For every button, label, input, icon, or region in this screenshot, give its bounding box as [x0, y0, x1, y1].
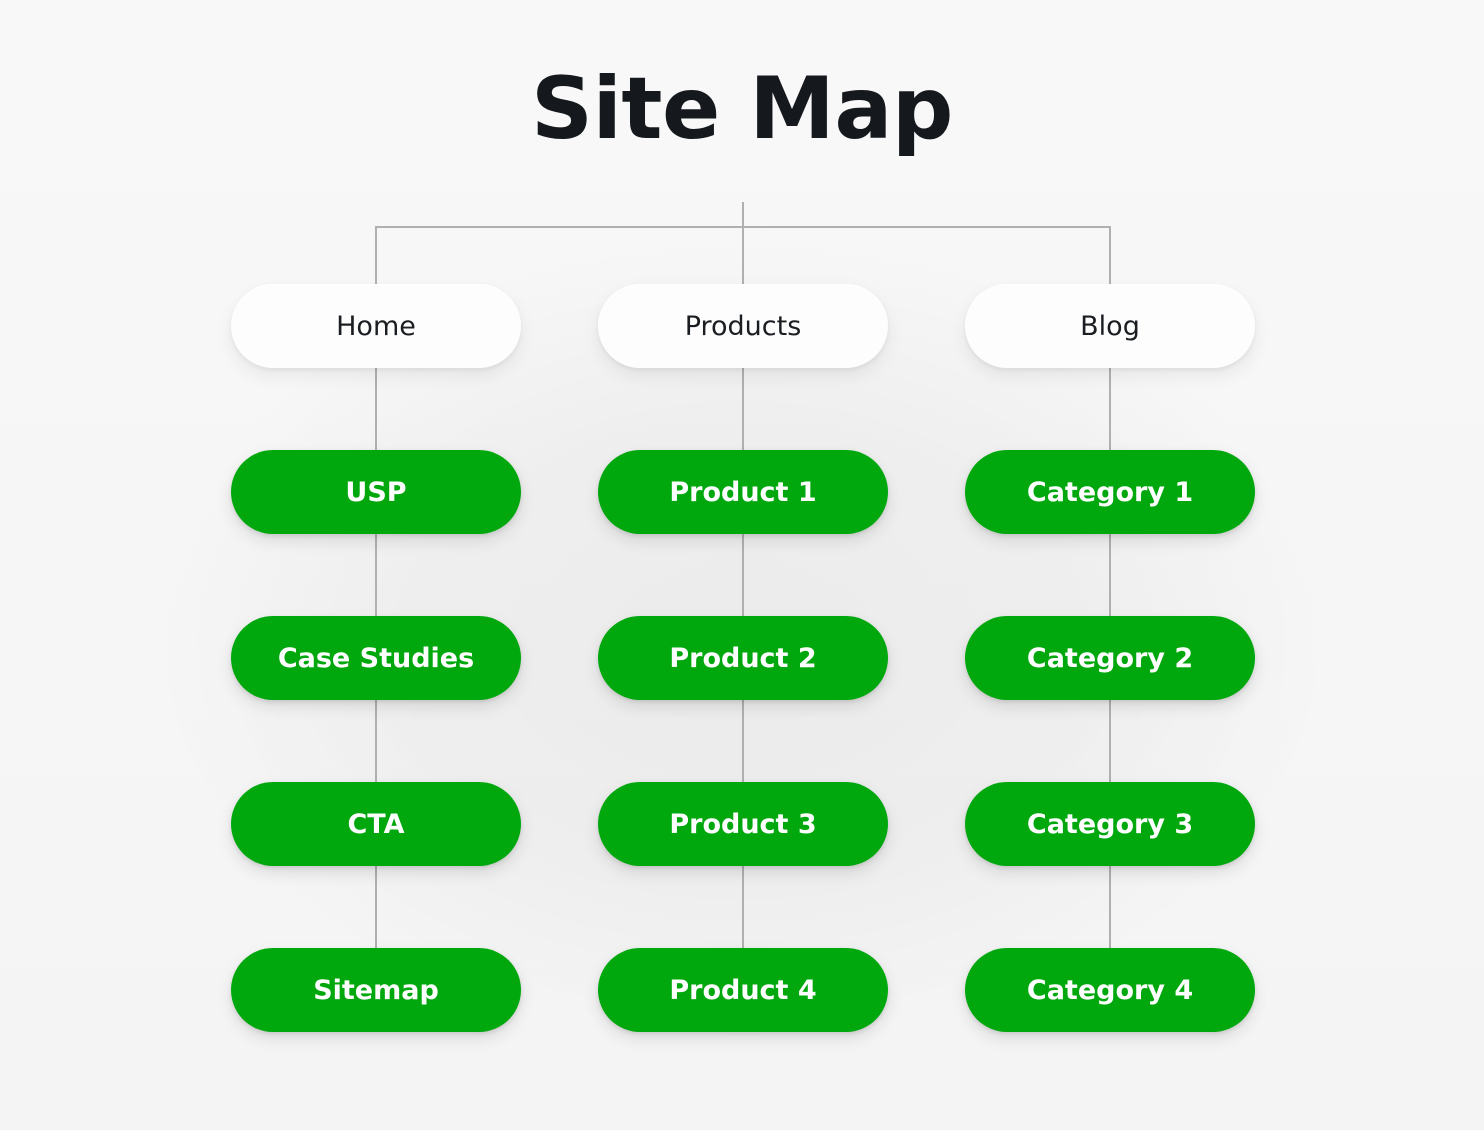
node-label: Sitemap — [313, 974, 439, 1006]
node-label: Product 3 — [669, 808, 817, 840]
node-category-3[interactable]: Category 3 — [965, 782, 1255, 866]
node-product-1[interactable]: Product 1 — [598, 450, 888, 534]
node-label: Home — [336, 310, 416, 342]
node-blog[interactable]: Blog — [965, 284, 1255, 368]
node-products[interactable]: Products — [598, 284, 888, 368]
node-category-4[interactable]: Category 4 — [965, 948, 1255, 1032]
node-label: CTA — [347, 808, 405, 840]
node-label: Category 4 — [1026, 974, 1194, 1006]
node-sitemap[interactable]: Sitemap — [231, 948, 521, 1032]
node-category-2[interactable]: Category 2 — [965, 616, 1255, 700]
node-label: Case Studies — [277, 642, 475, 674]
node-label: Category 3 — [1026, 808, 1194, 840]
node-label: Product 2 — [669, 642, 817, 674]
node-label: Products — [684, 310, 802, 342]
node-product-4[interactable]: Product 4 — [598, 948, 888, 1032]
node-label: Category 2 — [1026, 642, 1194, 674]
node-label: Blog — [1080, 310, 1140, 342]
node-category-1[interactable]: Category 1 — [965, 450, 1255, 534]
node-product-2[interactable]: Product 2 — [598, 616, 888, 700]
node-label: USP — [345, 476, 407, 508]
node-label: Product 1 — [669, 476, 817, 508]
node-label: Product 4 — [669, 974, 817, 1006]
sitemap-canvas: Site Map Home USP Case Studies CTA Sitem… — [0, 0, 1484, 1130]
node-cta[interactable]: CTA — [231, 782, 521, 866]
node-home[interactable]: Home — [231, 284, 521, 368]
node-label: Category 1 — [1026, 476, 1194, 508]
node-product-3[interactable]: Product 3 — [598, 782, 888, 866]
node-usp[interactable]: USP — [231, 450, 521, 534]
node-case-studies[interactable]: Case Studies — [231, 616, 521, 700]
